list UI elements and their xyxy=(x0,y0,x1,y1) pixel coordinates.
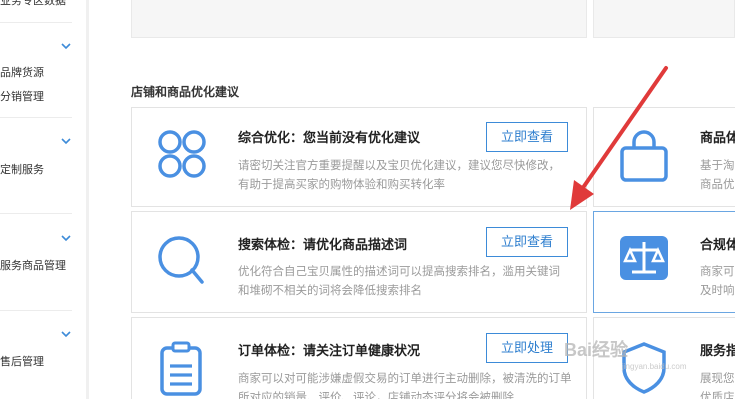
suggestion-card-order: 订单体检：请关注订单健康状况 商家可以对可能涉嫌虚假交易的订单进行主动删除，被清… xyxy=(131,317,587,399)
card-description-line: 基于淘 xyxy=(700,160,735,172)
suggestion-card-compliance: 合规体 商家可 及时响 xyxy=(593,211,735,313)
sidebar-item-service-goods[interactable]: 服务商品管理 xyxy=(0,259,66,273)
sidebar-divider xyxy=(0,213,72,214)
sidebar-divider xyxy=(0,22,72,23)
card-title: 商品体 xyxy=(700,130,735,145)
chevron-down-icon[interactable] xyxy=(60,135,72,147)
card-description-line: 商品优 xyxy=(700,179,735,191)
card-title: 综合优化：您当前没有优化建议 xyxy=(238,130,421,145)
card-description: 商家可以对可能涉嫌虚假交易的订单进行主动删除，被清洗的订单所对应的销量、评价、评… xyxy=(238,373,572,399)
sidebar-item-after-sales[interactable]: 售后管理 xyxy=(0,355,44,369)
sidebar-divider xyxy=(0,117,72,118)
watermark: Bai经验 jingyan.baidu.com xyxy=(560,326,735,398)
top-panel-right xyxy=(593,0,735,38)
card-description-line: 商家可 xyxy=(700,266,735,278)
four-circles-icon xyxy=(158,130,206,178)
suggestion-card-comprehensive: 综合优化：您当前没有优化建议 请密切关注官方重要提醒以及宝贝优化建议，建议您尽快… xyxy=(131,107,587,207)
view-now-button[interactable]: 立即查看 xyxy=(486,122,568,152)
chevron-down-icon[interactable] xyxy=(60,232,72,244)
card-title: 合规体 xyxy=(700,237,735,252)
card-description-line: 及时响 xyxy=(700,285,735,297)
card-title: 搜索体检：请优化商品描述词 xyxy=(238,237,408,252)
sidebar-divider xyxy=(0,310,72,311)
card-title: 订单体检：请关注订单健康状况 xyxy=(238,343,421,358)
shopping-bag-icon xyxy=(620,130,668,182)
sidebar: 业务专区数据 品牌货源 分销管理 定制服务 服务商品管理 售后管理 xyxy=(0,0,88,399)
card-description: 请密切关注官方重要提醒以及宝贝优化建议，建议您尽快修改，有助于提高买家的购物体验… xyxy=(238,160,560,191)
suggestion-card-search: 搜索体检：请优化商品描述词 优化符合自己宝贝属性的描述词可以提高搜索排名，滥用关… xyxy=(131,211,587,313)
view-now-button[interactable]: 立即查看 xyxy=(486,227,568,257)
chevron-down-icon[interactable] xyxy=(60,40,72,52)
chevron-down-icon[interactable] xyxy=(60,328,72,340)
watermark-sub: jingyan.baidu.com xyxy=(622,362,687,371)
section-title: 店铺和商品优化建议 xyxy=(131,85,240,99)
sidebar-top-cut-text: 业务专区数据 xyxy=(0,0,66,7)
clipboard-icon xyxy=(160,341,202,396)
process-now-button[interactable]: 立即处理 xyxy=(486,333,568,363)
top-panel-left xyxy=(131,0,587,38)
card-description: 优化符合自己宝贝属性的描述词可以提高搜索排名，滥用关键词和堆砌不相关的词将会降低… xyxy=(238,266,560,297)
scales-icon xyxy=(620,236,668,280)
sidebar-item-distribution[interactable]: 分销管理 xyxy=(0,90,44,104)
sidebar-item-brand-source[interactable]: 品牌货源 xyxy=(0,66,44,80)
magnifier-icon xyxy=(158,236,204,284)
watermark-text: Bai经验 xyxy=(564,340,629,360)
suggestion-card-goods: 商品体 基于淘 商品优 xyxy=(593,107,735,207)
sidebar-item-custom-service[interactable]: 定制服务 xyxy=(0,163,44,177)
